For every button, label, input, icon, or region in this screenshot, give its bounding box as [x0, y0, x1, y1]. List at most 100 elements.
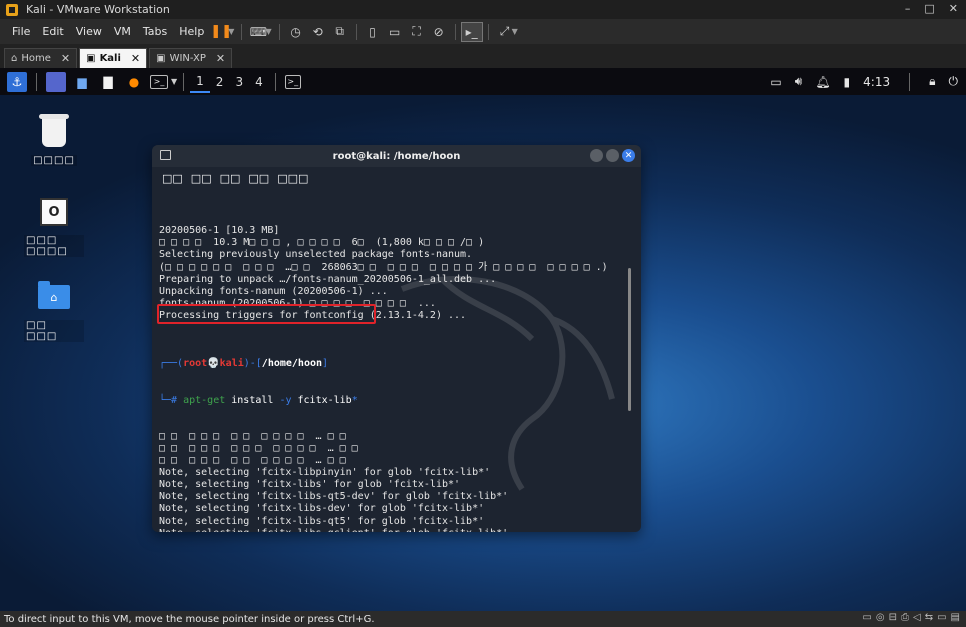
- console-view-icon[interactable]: ▸_: [460, 21, 483, 42]
- desktop-icon-trash[interactable]: □□□□: [24, 114, 84, 166]
- home-icon: ⌂: [11, 53, 18, 64]
- panel-divider: [274, 72, 276, 91]
- terminal-menu-file[interactable]: □□: [162, 172, 183, 185]
- window-title: Kali - VMware Workstation: [26, 3, 170, 16]
- file-manager-icon[interactable]: ▆: [72, 72, 92, 92]
- toolbar-divider: [454, 23, 456, 40]
- terminal-minimize-button[interactable]: [590, 149, 603, 162]
- chevron-down-icon[interactable]: ▼: [171, 77, 177, 86]
- terminal-menu-view[interactable]: □□: [220, 172, 241, 185]
- menu-tabs[interactable]: Tabs: [137, 25, 173, 38]
- revert-snapshot-icon[interactable]: ⟲: [307, 22, 329, 42]
- terminal-menu-edit[interactable]: □□: [191, 172, 212, 185]
- minimize-button[interactable]: –: [905, 2, 911, 15]
- power-icon[interactable]: ⏻: [949, 74, 959, 89]
- vm-icon: ▣: [156, 53, 166, 64]
- window-controls: – □ ✕: [905, 2, 958, 15]
- tab-label: WIN-XP: [169, 53, 206, 64]
- terminal-titlebar[interactable]: root@kali: /home/hoon ✕: [152, 145, 641, 167]
- terminal-line: (□ □ □ □ □ □ □ □ □ …□ □ 268063□ □ □ □ □ …: [159, 261, 608, 273]
- terminal-line: fonts-nanum (20200506-1) □ □ □ □ □ □ □ □…: [159, 297, 436, 309]
- cd-rom-icon[interactable]: ◎: [876, 612, 885, 623]
- menu-edit[interactable]: Edit: [36, 25, 69, 38]
- command-line: └─# apt-get install -y fcitx-lib*: [159, 394, 358, 406]
- terminal-launcher-icon[interactable]: >_: [150, 74, 168, 89]
- terminal-maximize-button[interactable]: [606, 149, 619, 162]
- terminal-command-output: □ □ □ □ □ □ □ □ □ □ □ … □ □ □ □ □ □ □ □ □…: [159, 431, 641, 532]
- terminal-line: □ □ □ □ 10.3 M□ □ □ , □ □ □ □ 6□ (1,800 …: [159, 237, 485, 249]
- terminal-window-controls: ✕: [590, 149, 635, 162]
- show-desktop-icon[interactable]: [46, 71, 66, 92]
- desktop-icon-filesystem[interactable]: O □□□ □□□□: [24, 195, 84, 257]
- vmware-statusbar: To direct input to this VM, move the mou…: [0, 611, 966, 627]
- terminal-line: Selecting previously unselected package …: [159, 249, 473, 261]
- toolbar-divider: [278, 23, 280, 40]
- workspace-1[interactable]: 1: [190, 71, 210, 93]
- message-log-icon[interactable]: ▤: [951, 612, 960, 623]
- terminal-line: Note, selecting 'fcitx-libpinyin' for gl…: [159, 467, 491, 479]
- unity-icon[interactable]: ⊘: [428, 22, 450, 42]
- terminal-line: Note, selecting 'fcitx-libs-qt5-dev' for…: [159, 491, 509, 503]
- snapshot-manager-icon[interactable]: ⧉: [329, 22, 351, 42]
- chevron-down-icon[interactable]: ▼: [512, 27, 518, 36]
- terminal-menu-terminal[interactable]: □□: [248, 172, 269, 185]
- firefox-icon[interactable]: ●: [124, 72, 144, 92]
- lock-icon[interactable]: 🔒︎: [929, 74, 935, 89]
- terminal-scrollbar[interactable]: [628, 268, 631, 411]
- battery-icon[interactable]: ▮: [844, 75, 851, 89]
- terminal-line: Note, selecting 'fcitx-libs-qt5' for glo…: [159, 515, 485, 527]
- prompt-line: ┌──(root💀kali)-[/home/hoon]: [159, 358, 329, 370]
- text-editor-icon[interactable]: ▇: [98, 72, 118, 92]
- close-icon[interactable]: ✕: [131, 52, 140, 65]
- terminal-window[interactable]: root@kali: /home/hoon ✕ □□ □□ □□ □□ □□□ …: [152, 145, 641, 532]
- menu-help[interactable]: Help: [173, 25, 210, 38]
- taskbar-terminal-icon[interactable]: >_: [284, 74, 301, 89]
- menu-vm[interactable]: VM: [108, 25, 137, 38]
- menu-file[interactable]: File: [6, 25, 36, 38]
- workspace-2[interactable]: 2: [210, 71, 230, 93]
- terminal-previous-output: 20200506-1 [10.3 MB] □ □ □ □ 10.3 M□ □ □ …: [159, 225, 641, 334]
- terminal-close-button[interactable]: ✕: [622, 149, 635, 162]
- library-icon[interactable]: ▯: [362, 22, 384, 42]
- kali-menu-icon[interactable]: ⚓: [7, 71, 27, 92]
- fullscreen-icon[interactable]: ⛶: [406, 22, 428, 42]
- printer-icon[interactable]: ⎙: [901, 612, 909, 623]
- display-icon[interactable]: ▭: [937, 612, 946, 623]
- terminal-line: Note, selecting 'fcitx-libs-dev' for glo…: [159, 503, 485, 515]
- menu-view[interactable]: View: [70, 25, 108, 38]
- hard-disk-icon[interactable]: ▭: [862, 612, 871, 623]
- terminal-line: Unpacking fonts-nanum (20200506-1) ...: [159, 285, 388, 297]
- desktop-icon-home[interactable]: ⌂ □□ □□□: [24, 280, 84, 342]
- display-icon[interactable]: ▭: [770, 75, 781, 89]
- close-icon[interactable]: ✕: [216, 52, 225, 65]
- maximize-button[interactable]: □: [924, 2, 934, 15]
- workspace-4[interactable]: 4: [249, 71, 269, 93]
- close-button[interactable]: ✕: [949, 2, 958, 15]
- clock[interactable]: 4:13: [863, 75, 890, 89]
- drive-icon: O: [37, 195, 71, 229]
- chevron-down-icon[interactable]: ▼: [265, 27, 271, 36]
- status-message: To direct input to this VM, move the mou…: [4, 613, 375, 625]
- tab-label: Home: [21, 53, 51, 64]
- notification-bell-icon[interactable]: 🔔︎: [815, 75, 830, 89]
- chevron-down-icon[interactable]: ▼: [228, 27, 234, 36]
- terminal-line: Note, selecting 'fcitx-libs-gclient' for…: [159, 528, 641, 532]
- workspace-3[interactable]: 3: [229, 71, 249, 93]
- tab-win-xp[interactable]: ▣ WIN-XP ✕: [149, 48, 233, 68]
- terminal-menu-help[interactable]: □□□: [277, 172, 308, 185]
- network-icon[interactable]: ⊟: [889, 612, 897, 623]
- tab-kali[interactable]: ▣ Kali ✕: [79, 48, 148, 68]
- terminal-output[interactable]: 20200506-1 [10.3 MB] □ □ □ □ 10.3 M□ □ □ …: [152, 189, 641, 532]
- usb-icon[interactable]: ⇆: [925, 612, 933, 623]
- device-tray: ▭ ◎ ⊟ ⎙ ◁ ⇆ ▭ ▤: [862, 612, 960, 623]
- snapshot-icon[interactable]: ◷: [285, 22, 307, 42]
- volume-icon[interactable]: 🔊︎: [795, 74, 803, 89]
- system-tray: ▭ 🔊︎ 🔔︎ ▮ 4:13 🔒︎ ⏻: [770, 68, 958, 95]
- trash-icon: [37, 114, 71, 149]
- thumbnail-icon[interactable]: ▭: [384, 22, 406, 42]
- tab-home[interactable]: ⌂ Home ✕: [4, 48, 78, 68]
- sound-icon[interactable]: ◁: [913, 612, 921, 623]
- close-icon[interactable]: ✕: [61, 52, 70, 65]
- home-folder-icon: ⌂: [37, 280, 71, 314]
- terminal-title: root@kali: /home/hoon: [332, 150, 461, 162]
